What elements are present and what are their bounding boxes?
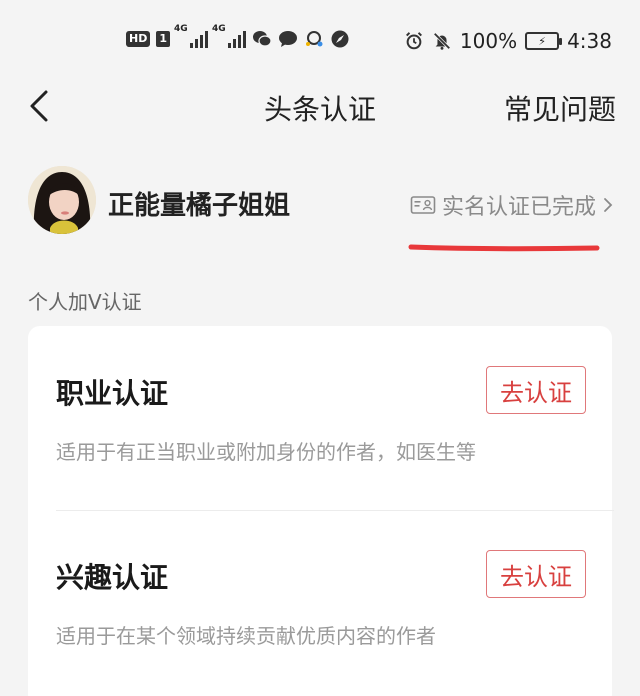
cert-description: 适用于在某个领域持续贡献优质内容的作者 bbox=[56, 624, 436, 648]
chevron-right-icon bbox=[604, 198, 613, 212]
mute-bell-icon bbox=[432, 31, 452, 51]
nav-header: 头条认证 常见问题 bbox=[0, 80, 640, 130]
battery-percent: 100% bbox=[459, 29, 518, 53]
battery-icon: ⚡ bbox=[525, 32, 563, 50]
avatar-image bbox=[28, 166, 96, 234]
signal-icon: 4G bbox=[174, 24, 208, 48]
cert-item-professional: 职业认证 去认证 适用于有正当职业或附加身份的作者，如医生等 bbox=[28, 326, 612, 506]
signal-icon: 4G bbox=[212, 24, 246, 48]
qq-icon bbox=[304, 29, 324, 49]
clock: 4:38 bbox=[567, 29, 612, 53]
profile-row: 正能量橘子姐姐 实名认证已完成 bbox=[0, 160, 640, 250]
cert-title: 职业认证 bbox=[56, 377, 169, 410]
message-icon bbox=[278, 29, 298, 49]
hd-badge: HD bbox=[126, 31, 151, 47]
status-bar: HD 1 4G 4G 100% ⚡ 4:38 bbox=[0, 0, 640, 80]
network-type-label: 4G bbox=[212, 24, 226, 34]
sim-badge: 1 bbox=[156, 31, 170, 47]
cert-title: 兴趣认证 bbox=[56, 561, 169, 594]
go-certify-button[interactable]: 去认证 bbox=[486, 550, 586, 598]
avatar[interactable] bbox=[28, 166, 96, 234]
id-card-icon bbox=[410, 196, 436, 214]
cert-description: 适用于有正当职业或附加身份的作者，如医生等 bbox=[56, 440, 476, 464]
red-underline-annotation bbox=[408, 244, 600, 252]
compass-icon bbox=[330, 29, 350, 49]
wechat-icon bbox=[252, 29, 272, 49]
cert-item-interest: 兴趣认证 去认证 适用于在某个领域持续贡献优质内容的作者 bbox=[28, 510, 612, 690]
certification-card: 职业认证 去认证 适用于有正当职业或附加身份的作者，如医生等 兴趣认证 去认证 … bbox=[28, 326, 614, 696]
alarm-icon bbox=[404, 31, 424, 51]
username: 正能量橘子姐姐 bbox=[108, 191, 291, 221]
status-bar-left: HD 1 4G 4G bbox=[126, 24, 350, 49]
faq-link[interactable]: 常见问题 bbox=[504, 88, 616, 128]
verification-status: 实名认证已完成 bbox=[441, 195, 596, 220]
real-name-verification-link[interactable]: 实名认证已完成 bbox=[410, 189, 614, 221]
go-certify-button[interactable]: 去认证 bbox=[486, 366, 586, 414]
status-bar-right: 100% ⚡ 4:38 bbox=[404, 29, 612, 53]
network-type-label: 4G bbox=[174, 24, 188, 34]
section-label: 个人加V认证 bbox=[28, 290, 142, 314]
